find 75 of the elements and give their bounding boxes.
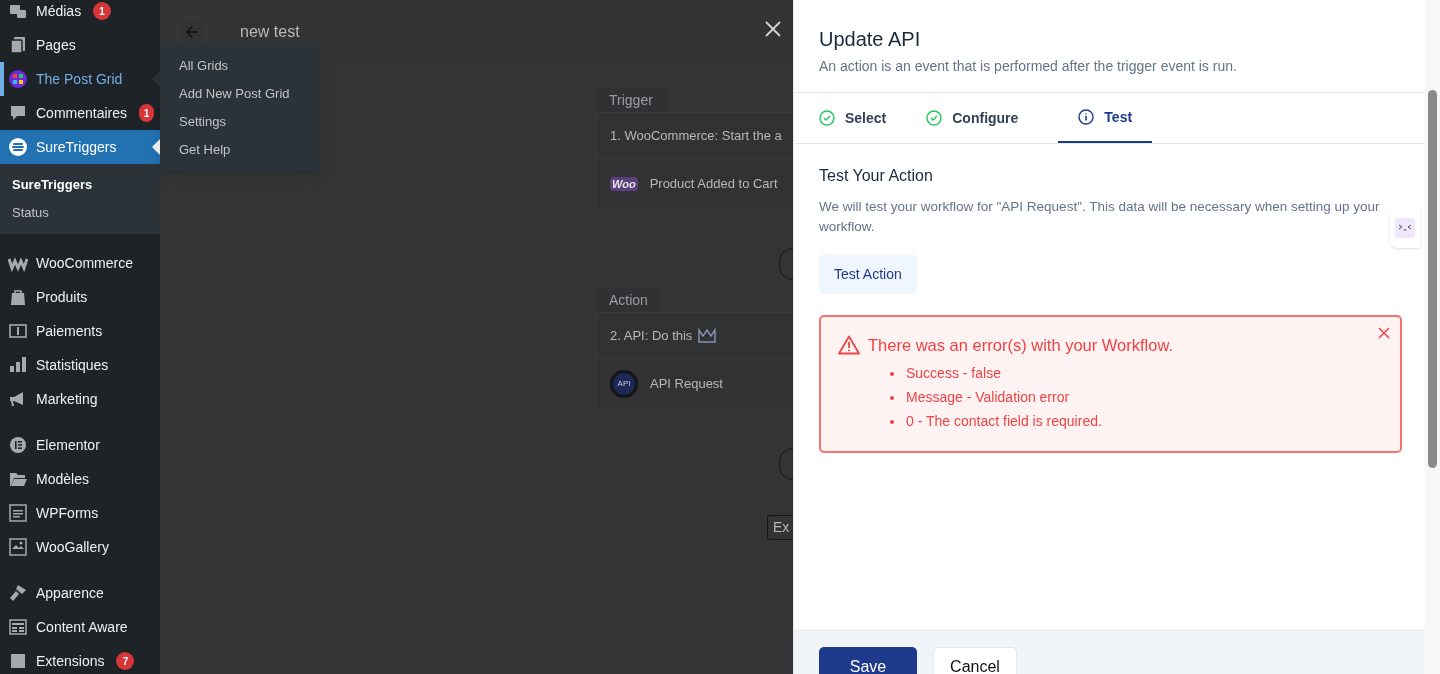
save-button[interactable]: Save xyxy=(819,647,917,674)
panel-subtitle: An action is an event that is performed after the trigger event is run. xyxy=(819,57,1238,76)
circle-lines-icon xyxy=(8,137,28,157)
menu-item[interactable]: Produits xyxy=(0,280,160,314)
menu-item[interactable]: Elementor xyxy=(0,428,160,462)
table-icon xyxy=(8,617,28,637)
submenu-item[interactable]: SureTriggers xyxy=(0,171,160,199)
banknote-icon xyxy=(8,321,28,341)
bar-chart-icon xyxy=(8,355,28,375)
menu-item[interactable]: WooGallery xyxy=(0,530,160,564)
squinting-face-icon xyxy=(1395,218,1415,238)
error-title: There was an error(s) with your Workflow. xyxy=(868,335,1174,356)
app-logo: Woo xyxy=(610,177,638,191)
flyout-item[interactable]: All Grids xyxy=(160,52,320,80)
menu-item[interactable]: Pages xyxy=(0,28,160,62)
menu-item[interactable]: Modèles xyxy=(0,462,160,496)
hover-indicator xyxy=(0,62,4,96)
app-name: API Request xyxy=(650,375,723,394)
step-title: 1. WooCommerce: Start the a xyxy=(610,126,782,145)
cancel-button[interactable]: Cancel xyxy=(933,647,1017,674)
menu-item[interactable]: Statistiques xyxy=(0,348,160,382)
app-name: Product Added to Cart xyxy=(649,175,778,194)
canvas-button[interactable]: Ex xyxy=(767,515,793,540)
count-badge: 7 xyxy=(116,652,135,670)
flyout-item[interactable]: Settings xyxy=(160,108,320,136)
menu-item[interactable]: WooCommerce xyxy=(0,246,160,280)
flyout-item[interactable]: Add New Post Grid xyxy=(160,80,320,108)
bullet-icon xyxy=(890,395,894,400)
tab[interactable]: Test xyxy=(1058,93,1153,143)
scrollbar[interactable] xyxy=(1425,0,1440,674)
menu-item[interactable]: Content Aware xyxy=(0,610,160,644)
grid-icon xyxy=(8,69,28,89)
bullet-icon xyxy=(890,419,894,424)
submenu-item[interactable]: Status xyxy=(0,199,160,227)
crown-icon xyxy=(698,327,717,344)
error-item: 0 - The contact field is required. xyxy=(890,409,1400,434)
warning-icon xyxy=(838,335,860,356)
menu-item[interactable]: Extensions 7 xyxy=(0,644,160,674)
circle-bars-icon xyxy=(8,435,28,455)
close-button[interactable] xyxy=(763,18,783,39)
workflow-title: new test xyxy=(240,21,300,42)
menu-item[interactable]: WPForms xyxy=(0,496,160,530)
error-item: Message - Validation error xyxy=(890,385,1400,410)
tab[interactable]: Select xyxy=(819,93,927,143)
check-circle-icon xyxy=(926,110,943,126)
form-icon xyxy=(8,503,28,523)
menu-pointer xyxy=(152,139,160,155)
menu-item[interactable]: SureTriggers xyxy=(0,130,160,164)
menu-item[interactable]: Marketing xyxy=(0,382,160,416)
error-item: Success - false xyxy=(890,361,1400,386)
menu-item[interactable]: Commentaires 1 xyxy=(0,96,160,130)
section-description: We will test your workflow for "API Request". This data will be necessary when setting up your workflow. xyxy=(819,198,1381,236)
close-icon xyxy=(765,20,781,37)
picture-frame-icon xyxy=(8,537,28,557)
back-arrow-icon xyxy=(185,24,199,39)
section-title: Test Your Action xyxy=(819,166,934,186)
bullet-icon xyxy=(890,371,894,376)
count-badge: 1 xyxy=(139,104,154,122)
floating-widget-button[interactable] xyxy=(1390,208,1420,248)
scrollbar-thumb[interactable] xyxy=(1428,90,1437,468)
count-badge: 1 xyxy=(93,2,112,20)
panel-title: Update API xyxy=(819,27,922,52)
step-title: 2. API: Do this xyxy=(610,326,693,345)
menu-item[interactable]: Médias 1 xyxy=(0,0,160,28)
bag-icon xyxy=(8,287,28,307)
test-action-button[interactable]: Test Action xyxy=(819,254,917,294)
app-logo: API xyxy=(610,370,638,398)
menu-item[interactable]: Apparence xyxy=(0,576,160,610)
menu-item[interactable]: Paiements xyxy=(0,314,160,348)
flyout-item[interactable]: Get Help xyxy=(160,136,320,164)
speech-bubble-icon xyxy=(8,103,28,123)
tab[interactable]: Configure xyxy=(926,93,1059,143)
pages-icon xyxy=(8,35,28,55)
check-circle-icon xyxy=(819,110,835,126)
info-icon xyxy=(1078,109,1095,125)
